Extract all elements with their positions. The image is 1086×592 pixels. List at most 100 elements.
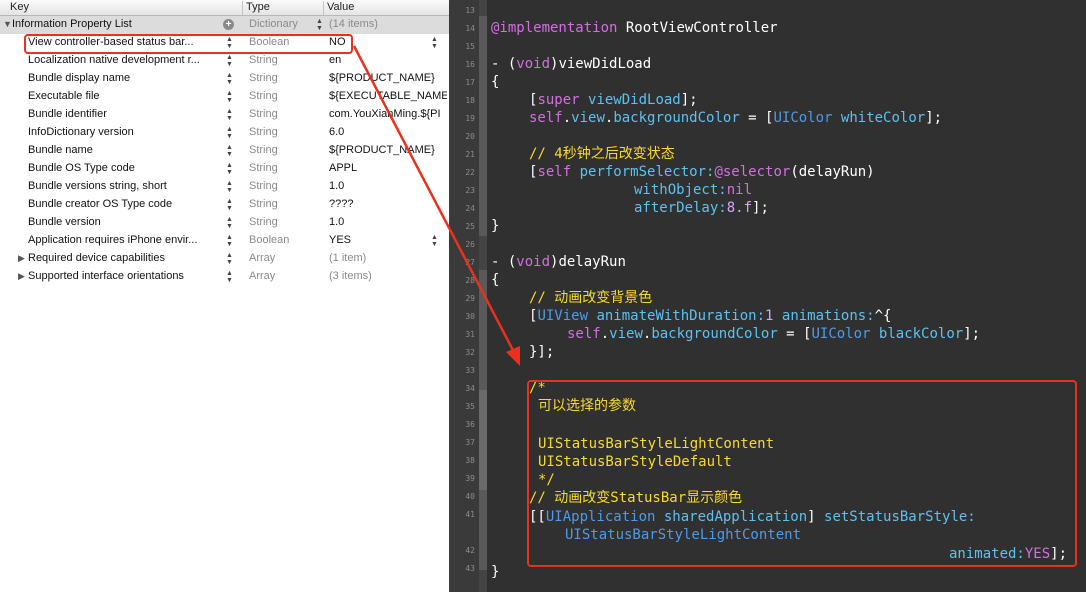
code-line[interactable]: [super viewDidLoad]; bbox=[529, 91, 698, 109]
code-line[interactable]: afterDelay:8.f]; bbox=[634, 199, 769, 217]
line-number: 32 bbox=[465, 348, 475, 357]
plist-root-row[interactable]: ▼ Information Property List + Dictionary… bbox=[0, 16, 449, 34]
line-number: 33 bbox=[465, 366, 475, 375]
plist-row[interactable]: Bundle versions string, short ▲ ▼ String … bbox=[0, 178, 449, 196]
column-header-key[interactable]: Key bbox=[0, 1, 243, 15]
plist-header: Key Type Value bbox=[0, 0, 449, 16]
plist-row[interactable]: Bundle display name ▲ ▼ String ${PRODUCT_… bbox=[0, 70, 449, 88]
plist-row[interactable]: InfoDictionary version ▲ ▼ String 6.0 bbox=[0, 124, 449, 142]
row-value[interactable]: ???? bbox=[329, 198, 447, 210]
row-type: String bbox=[249, 54, 278, 66]
line-number: 13 bbox=[465, 6, 475, 15]
row-value[interactable]: 1.0 bbox=[329, 216, 447, 228]
row-type: String bbox=[249, 180, 278, 192]
plist-row[interactable]: Bundle name ▲ ▼ String ${PRODUCT_NAME} bbox=[0, 142, 449, 160]
token-keyword: @selector bbox=[714, 164, 791, 180]
row-type: String bbox=[249, 126, 278, 138]
row-key: Supported interface orientations bbox=[28, 270, 184, 282]
stepper-icon[interactable]: ▲ ▼ bbox=[226, 108, 233, 122]
token-property: view bbox=[571, 110, 605, 126]
code-line[interactable]: self.view.backgroundColor = [UIColor bla… bbox=[567, 325, 980, 343]
token-keyword: nil bbox=[726, 182, 753, 198]
row-value[interactable]: 1.0 bbox=[329, 180, 447, 192]
plist-row[interactable]: Bundle OS Type code ▲ ▼ String APPL bbox=[0, 160, 449, 178]
stepper-icon[interactable]: ▲ ▼ bbox=[226, 54, 233, 68]
code-line[interactable]: [UIView animateWithDuration:1 animations… bbox=[529, 307, 891, 325]
row-type: String bbox=[249, 162, 278, 174]
line-number: 39 bbox=[465, 474, 475, 483]
stepper-icon[interactable]: ▲ ▼ bbox=[226, 270, 233, 284]
code-line[interactable]: self.view.backgroundColor = [UIColor whi… bbox=[529, 109, 942, 127]
fold-region[interactable] bbox=[479, 16, 487, 236]
row-type: Boolean bbox=[249, 234, 290, 246]
row-value[interactable]: YES bbox=[329, 234, 447, 246]
stepper-icon[interactable]: ▲ ▼ bbox=[226, 144, 233, 158]
token-keyword: void bbox=[516, 56, 551, 72]
token-keyword: self bbox=[567, 326, 601, 342]
add-row-icon[interactable]: + bbox=[223, 19, 234, 30]
plist-row[interactable]: Executable file ▲ ▼ String ${EXECUTABLE_N… bbox=[0, 88, 449, 106]
code-line[interactable]: { bbox=[491, 73, 499, 91]
line-number: 40 bbox=[465, 492, 475, 501]
stepper-icon[interactable]: ▲ ▼ bbox=[431, 234, 438, 248]
code-line[interactable]: { bbox=[491, 271, 499, 289]
stepper-icon[interactable]: ▲ ▼ bbox=[226, 198, 233, 212]
stepper-icon[interactable]: ▲ ▼ bbox=[431, 36, 438, 50]
row-type: String bbox=[249, 90, 278, 102]
column-header-type[interactable]: Type bbox=[243, 1, 324, 15]
stepper-icon[interactable]: ▲ ▼ bbox=[226, 252, 233, 266]
line-number: 25 bbox=[465, 222, 475, 231]
code-line[interactable]: } bbox=[491, 563, 499, 581]
stepper-icon[interactable]: ▲ ▼ bbox=[226, 216, 233, 230]
row-key: Executable file bbox=[28, 90, 100, 102]
plist-row[interactable]: Bundle version ▲ ▼ String 1.0 bbox=[0, 214, 449, 232]
row-value[interactable]: ${EXECUTABLE_NAME} bbox=[329, 90, 447, 102]
stepper-icon[interactable]: ▲ ▼ bbox=[226, 126, 233, 140]
row-key: Bundle identifier bbox=[28, 108, 107, 120]
plist-row[interactable]: ▶ Supported interface orientations ▲ ▼ Ar… bbox=[0, 268, 449, 286]
column-header-value[interactable]: Value bbox=[324, 1, 449, 15]
code-line[interactable]: @implementation RootViewController bbox=[491, 19, 778, 37]
token-keyword: self bbox=[529, 110, 563, 126]
row-value[interactable]: com.YouXianMing.${PI bbox=[329, 108, 447, 120]
plist-row[interactable]: Application requires iPhone envir... ▲ ▼ … bbox=[0, 232, 449, 250]
stepper-icon[interactable]: ▲ ▼ bbox=[226, 234, 233, 248]
stepper-icon[interactable]: ▲ ▼ bbox=[316, 18, 323, 32]
token-selector: whiteColor bbox=[832, 110, 926, 126]
stepper-icon[interactable]: ▲ ▼ bbox=[226, 72, 233, 86]
row-value[interactable]: ${PRODUCT_NAME} bbox=[329, 144, 447, 156]
plist-row[interactable]: ▶ Required device capabilities ▲ ▼ Array … bbox=[0, 250, 449, 268]
token-class: UIColor bbox=[773, 110, 833, 126]
code-comment[interactable]: // 4秒钟之后改变状态 bbox=[529, 145, 675, 163]
row-value[interactable]: en bbox=[329, 54, 447, 66]
row-type: String bbox=[249, 144, 278, 156]
stepper-icon[interactable]: ▲ ▼ bbox=[226, 90, 233, 104]
code-line[interactable]: }]; bbox=[529, 343, 554, 361]
plist-row[interactable]: Localization native development r... ▲ ▼ … bbox=[0, 52, 449, 70]
row-value[interactable]: 6.0 bbox=[329, 126, 447, 138]
plist-row[interactable]: Bundle creator OS Type code ▲ ▼ String ??… bbox=[0, 196, 449, 214]
token: ^{ bbox=[874, 308, 892, 324]
token: - ( bbox=[491, 254, 517, 270]
disclosure-closed-icon[interactable]: ▶ bbox=[18, 253, 25, 264]
stepper-icon[interactable]: ▲ ▼ bbox=[226, 162, 233, 176]
code-comment[interactable]: // 动画改变背景色 bbox=[529, 289, 652, 307]
line-number: 43 bbox=[465, 564, 475, 573]
stepper-icon[interactable]: ▲ ▼ bbox=[226, 180, 233, 194]
disclosure-closed-icon[interactable]: ▶ bbox=[18, 271, 25, 282]
code-line[interactable]: [self performSelector:@selector(delayRun… bbox=[529, 163, 875, 181]
plist-row[interactable]: Bundle identifier ▲ ▼ String com.YouXianM… bbox=[0, 106, 449, 124]
token-class-name: RootViewController bbox=[617, 20, 778, 36]
line-number: 41 bbox=[465, 510, 475, 519]
root-key: Information Property List bbox=[12, 18, 132, 30]
line-number: 30 bbox=[465, 312, 475, 321]
token-keyword: super bbox=[537, 92, 580, 108]
row-value[interactable]: ${PRODUCT_NAME} bbox=[329, 72, 447, 84]
row-value[interactable]: APPL bbox=[329, 162, 447, 174]
fold-region[interactable] bbox=[479, 390, 487, 490]
code-line[interactable]: withObject:nil bbox=[634, 181, 752, 199]
code-line[interactable]: - (void)delayRun bbox=[491, 253, 626, 271]
code-line[interactable]: - (void)viewDidLoad bbox=[491, 55, 651, 73]
code-line[interactable]: } bbox=[491, 217, 499, 235]
disclosure-open-icon[interactable]: ▼ bbox=[3, 19, 12, 29]
